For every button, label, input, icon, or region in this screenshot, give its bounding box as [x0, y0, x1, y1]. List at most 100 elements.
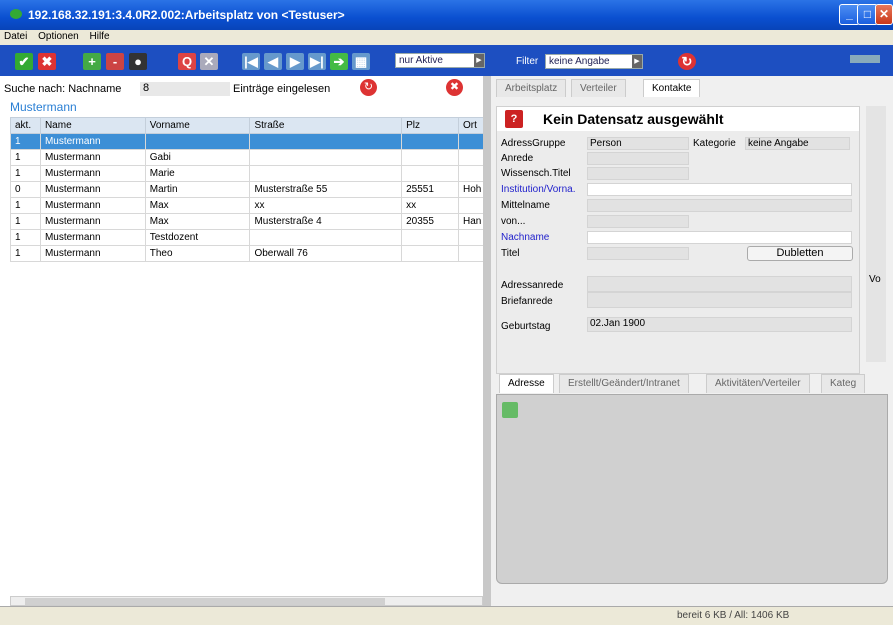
subtab-erstellt[interactable]: Erstellt/Geändert/Intranet [559, 374, 689, 393]
institution-input[interactable] [587, 183, 852, 196]
label-institution: Institution/Vorna. [501, 184, 576, 195]
col-header[interactable]: akt. [10, 117, 41, 134]
cell [457, 133, 485, 150]
cell: Mustermann [39, 181, 146, 198]
von-input[interactable] [587, 215, 689, 228]
search-results-panel: Suche nach: Nachname 8 Einträge eingeles… [0, 76, 485, 606]
cancel-icon[interactable]: ✖ [38, 53, 56, 70]
titel-select[interactable] [587, 247, 689, 260]
adressanrede-input[interactable] [587, 276, 852, 292]
subtab-aktivitaeten[interactable]: Aktivitäten/Verteiler [706, 374, 810, 393]
wiss-titel-select[interactable] [587, 167, 689, 180]
first-record-icon[interactable]: |◀ [242, 53, 260, 70]
side-label: Vo [869, 274, 881, 285]
grid-icon[interactable]: ▦ [352, 53, 370, 70]
cell: Gabi [144, 149, 251, 166]
save-check-icon[interactable]: ✔ [15, 53, 33, 70]
toolbar: ✔ ✖ + - ● Q ✕ |◀ ◀ ▶ ▶| ➔ ▦ nur Aktive ▶ … [0, 45, 893, 76]
cell [249, 149, 403, 166]
subtab-adresse[interactable]: Adresse [499, 374, 554, 393]
results-table: akt. Name Vorname Straße Plz Ort 1 Muster… [10, 117, 485, 262]
contact-form: ? Kein Datensatz ausgewählt AdressGruppe… [496, 106, 860, 374]
cell [401, 165, 459, 182]
cell: Mustermann [39, 133, 146, 150]
label-adressanrede: Adressanrede [501, 280, 564, 291]
add-address-icon[interactable] [502, 402, 518, 418]
menu-datei[interactable]: Datei [0, 30, 31, 43]
window-title: 192.168.32.191:3.4.0R2.002:Arbeitsplatz … [28, 8, 345, 22]
cell: Theo [144, 245, 251, 262]
menu-optionen[interactable]: Optionen [34, 30, 83, 43]
search-icon[interactable]: Q [178, 53, 196, 70]
cell [249, 229, 403, 246]
tab-verteiler[interactable]: Verteiler [571, 79, 626, 97]
close-button[interactable]: ✕ [875, 4, 893, 25]
side-panel: Vo [866, 106, 886, 362]
cell: Mustermann [39, 149, 146, 166]
nachname-input[interactable] [587, 231, 852, 244]
next-record-icon[interactable]: ▶ [286, 53, 304, 70]
cell [249, 133, 403, 150]
clear-search-icon[interactable]: ✖ [446, 79, 463, 96]
dubletten-button[interactable]: Dubletten [747, 246, 853, 261]
remove-person-icon[interactable]: - [106, 53, 124, 70]
add-person-icon[interactable]: + [83, 53, 101, 70]
adressgruppe-select[interactable]: Person [587, 137, 689, 150]
briefanrede-input[interactable] [587, 292, 852, 308]
clear-icon[interactable]: ✕ [200, 53, 218, 70]
mittelname-input[interactable] [587, 199, 852, 212]
col-header[interactable]: Name [39, 117, 146, 134]
geburtstag-value: 02.Jan 1900 [590, 318, 646, 329]
table-row[interactable]: 1 Mustermann Max xx xx [10, 197, 485, 214]
label-nachname: Nachname [501, 232, 550, 243]
cell: 25551 [401, 181, 459, 198]
goto-icon[interactable]: ➔ [330, 53, 348, 70]
cell: Martin [144, 181, 251, 198]
form-header: ? Kein Datensatz ausgewählt [497, 107, 859, 131]
geburtstag-input[interactable]: 02.Jan 1900 [587, 317, 852, 332]
table-row[interactable]: 1 Mustermann Gabi [10, 149, 485, 166]
cell: 1 [10, 165, 41, 182]
kategorie-select[interactable]: keine Angabe [745, 137, 850, 150]
col-header[interactable]: Vorname [144, 117, 251, 134]
cell: xx [401, 197, 459, 214]
label-titel: Titel [501, 248, 520, 259]
label-adressgruppe: AdressGruppe [501, 138, 566, 149]
cell: Musterstraße 4 [249, 213, 403, 230]
dropdown-icon: ▶ [474, 54, 484, 67]
scroll-thumb[interactable] [25, 598, 385, 605]
cell [457, 197, 485, 214]
table-row[interactable]: 1 Mustermann Marie [10, 165, 485, 182]
category-filter-select[interactable]: keine Angabe ▶ [545, 54, 643, 69]
cell: Mustermann [39, 165, 146, 182]
label-geburtstag: Geburtstag [501, 321, 551, 332]
table-row[interactable]: 1 Mustermann Testdozent [10, 229, 485, 246]
app-icon [10, 9, 22, 19]
person-icon[interactable]: ● [129, 53, 147, 70]
tab-kontakte[interactable]: Kontakte [643, 79, 701, 97]
refresh-icon[interactable]: ↻ [678, 53, 696, 70]
col-header[interactable]: Straße [249, 117, 403, 134]
prev-record-icon[interactable]: ◀ [264, 53, 282, 70]
tab-arbeitsplatz[interactable]: Arbeitsplatz [496, 79, 567, 97]
splitter[interactable] [483, 76, 491, 606]
last-record-icon[interactable]: ▶| [308, 53, 326, 70]
table-row[interactable]: 1 Mustermann Max Musterstraße 4 20355 Han [10, 213, 485, 230]
cell [401, 149, 459, 166]
table-row[interactable]: 1 Mustermann [10, 133, 485, 150]
reload-icon[interactable]: ↻ [360, 79, 377, 96]
table-row[interactable]: 1 Mustermann Theo Oberwall 76 [10, 245, 485, 262]
table-row[interactable]: 0 Mustermann Martin Musterstraße 55 25551 Hoh [10, 181, 485, 198]
active-filter-select[interactable]: nur Aktive ▶ [395, 53, 485, 68]
cell [457, 245, 485, 262]
horizontal-scrollbar[interactable] [10, 596, 483, 606]
active-filter-value: nur Aktive [399, 55, 443, 66]
search-term: Mustermann [10, 100, 77, 114]
kategorie-value: keine Angabe [748, 138, 809, 149]
col-header[interactable]: Ort [457, 117, 485, 134]
col-header[interactable]: Plz [401, 117, 459, 134]
anrede-select[interactable] [587, 152, 689, 165]
menu-hilfe[interactable]: Hilfe [86, 30, 114, 43]
subtab-kategorie[interactable]: Kateg [821, 374, 866, 393]
label-von: von... [501, 216, 526, 227]
